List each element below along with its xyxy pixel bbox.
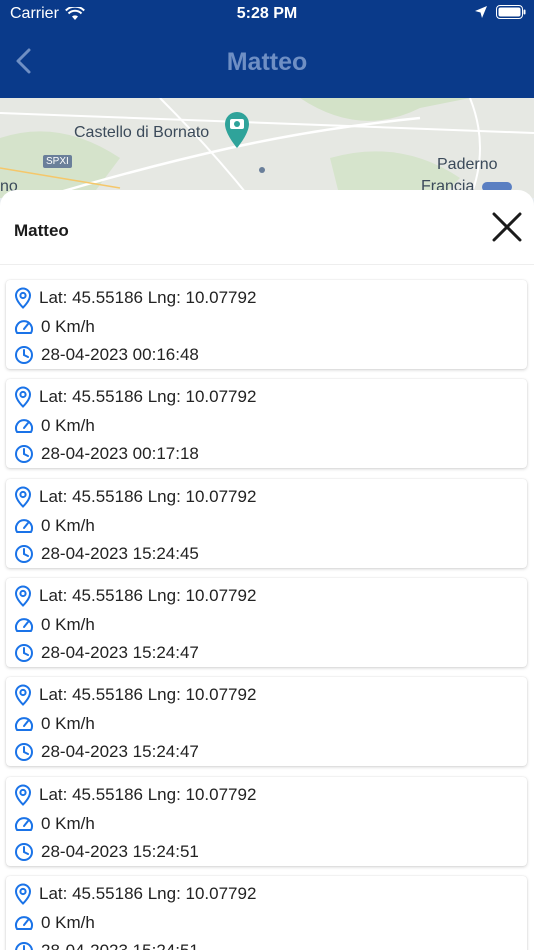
history-sheet: Matteo Lat: 45.55186 Lng: 10.07792 0 Km/… [0, 190, 534, 950]
position-text: Lat: 45.55186 Lng: 10.07792 [39, 387, 257, 407]
speed-row: 0 Km/h [14, 615, 95, 635]
time-row: 28-04-2023 15:24:51 [14, 941, 199, 950]
camera-poi-icon[interactable] [222, 110, 252, 150]
status-time: 5:28 PM [236, 5, 298, 22]
time-row: 28-04-2023 00:17:18 [14, 444, 199, 464]
sheet-header: Matteo [0, 190, 534, 265]
timestamp-text: 28-04-2023 15:24:45 [41, 543, 199, 563]
time-row: 28-04-2023 00:16:48 [14, 345, 199, 365]
timestamp-text: 28-04-2023 15:24:51 [41, 941, 199, 950]
map-pin-icon [14, 585, 32, 607]
speed-text: 0 Km/h [41, 813, 95, 833]
status-indicators [474, 5, 526, 19]
map-pin-icon [14, 287, 32, 309]
clock-icon [15, 842, 33, 861]
position-text: Lat: 45.55186 Lng: 10.07792 [39, 784, 257, 804]
map-pin-icon [14, 684, 32, 707]
position-row: Lat: 45.55186 Lng: 10.07792 [14, 883, 256, 905]
timestamp-text: 28-04-2023 15:24:51 [41, 841, 199, 861]
map-pin-icon [14, 486, 32, 508]
time-row: 28-04-2023 15:24:47 [14, 643, 199, 663]
position-text: Lat: 45.55186 Lng: 10.07792 [39, 883, 257, 903]
speed-row: 0 Km/h [14, 317, 95, 337]
sheet-title: Matteo [14, 221, 69, 240]
position-row: Lat: 45.55186 Lng: 10.07792 [14, 684, 257, 707]
clock-icon [15, 445, 33, 464]
speed-row: 0 Km/h [14, 516, 95, 536]
time-row: 28-04-2023 15:24:47 [14, 742, 199, 762]
speed-row: 0 Km/h [14, 714, 95, 734]
close-icon [492, 212, 522, 242]
record-card[interactable]: Lat: 45.55186 Lng: 10.07792 0 Km/h 28-04… [6, 379, 527, 469]
timestamp-text: 28-04-2023 15:24:47 [41, 742, 199, 762]
location-arrow-icon [475, 6, 487, 18]
map-label-paderno: Paderno [437, 156, 498, 173]
top-bar: Carrier 5:28 PM Matteo [0, 0, 534, 98]
close-button[interactable] [490, 210, 524, 244]
record-card[interactable]: Lat: 45.55186 Lng: 10.07792 0 Km/h 28-04… [6, 776, 527, 866]
map-pin-icon [14, 783, 32, 806]
map-dot-icon [259, 167, 265, 173]
position-row: Lat: 45.55186 Lng: 10.07792 [14, 287, 256, 309]
speedometer-icon [15, 518, 33, 533]
position-row: Lat: 45.55186 Lng: 10.07792 [14, 386, 257, 409]
road-badge: SPXI [43, 155, 72, 168]
position-row: Lat: 45.55186 Lng: 10.07792 [14, 585, 256, 607]
map-view[interactable]: Castello di Bornato Paderno Francia no S… [0, 98, 534, 198]
speed-text: 0 Km/h [41, 614, 95, 634]
timestamp-text: 28-04-2023 15:24:47 [41, 642, 199, 662]
record-card[interactable]: Lat: 45.55186 Lng: 10.07792 0 Km/h 28-04… [6, 875, 527, 950]
timestamp-text: 28-04-2023 00:16:48 [41, 345, 199, 364]
record-card[interactable]: Lat: 45.55186 Lng: 10.07792 0 Km/h 28-04… [6, 280, 527, 369]
position-text: Lat: 45.55186 Lng: 10.07792 [39, 585, 257, 605]
map-pin-icon [14, 386, 32, 409]
speedometer-icon [15, 419, 33, 434]
nav-title: Matteo [226, 48, 308, 76]
record-card[interactable]: Lat: 45.55186 Lng: 10.07792 0 Km/h 28-04… [6, 677, 527, 767]
position-text: Lat: 45.55186 Lng: 10.07792 [39, 685, 257, 705]
status-bar: Carrier 5:28 PM [0, 0, 534, 30]
speedometer-icon [15, 717, 33, 732]
speedometer-icon [15, 916, 33, 930]
speed-text: 0 Km/h [41, 416, 95, 436]
speed-text: 0 Km/h [41, 515, 95, 535]
clock-icon [15, 743, 33, 762]
map-pin-icon [14, 883, 32, 905]
speed-row: 0 Km/h [14, 814, 95, 834]
speed-text: 0 Km/h [41, 912, 95, 932]
clock-icon [15, 346, 33, 364]
timestamp-text: 28-04-2023 00:17:18 [41, 444, 199, 464]
record-card[interactable]: Lat: 45.55186 Lng: 10.07792 0 Km/h 28-04… [6, 577, 527, 667]
speedometer-icon [15, 320, 33, 334]
clock-icon [15, 643, 33, 662]
clock-icon [15, 941, 33, 950]
position-text: Lat: 45.55186 Lng: 10.07792 [39, 486, 257, 506]
clock-icon [15, 544, 33, 563]
speedometer-icon [15, 618, 33, 632]
speedometer-icon [15, 816, 33, 831]
map-label-castello: Castello di Bornato [74, 124, 210, 141]
time-row: 28-04-2023 15:24:51 [14, 842, 199, 862]
position-row: Lat: 45.55186 Lng: 10.07792 [14, 486, 256, 508]
position-row: Lat: 45.55186 Lng: 10.07792 [14, 783, 257, 806]
speed-row: 0 Km/h [14, 913, 95, 933]
speed-text: 0 Km/h [41, 714, 95, 734]
speed-row: 0 Km/h [14, 416, 95, 436]
battery-icon [496, 5, 526, 19]
position-text: Lat: 45.55186 Lng: 10.07792 [39, 288, 257, 307]
time-row: 28-04-2023 15:24:45 [14, 544, 199, 564]
record-card[interactable]: Lat: 45.55186 Lng: 10.07792 0 Km/h 28-04… [6, 478, 527, 568]
speed-text: 0 Km/h [41, 317, 95, 336]
